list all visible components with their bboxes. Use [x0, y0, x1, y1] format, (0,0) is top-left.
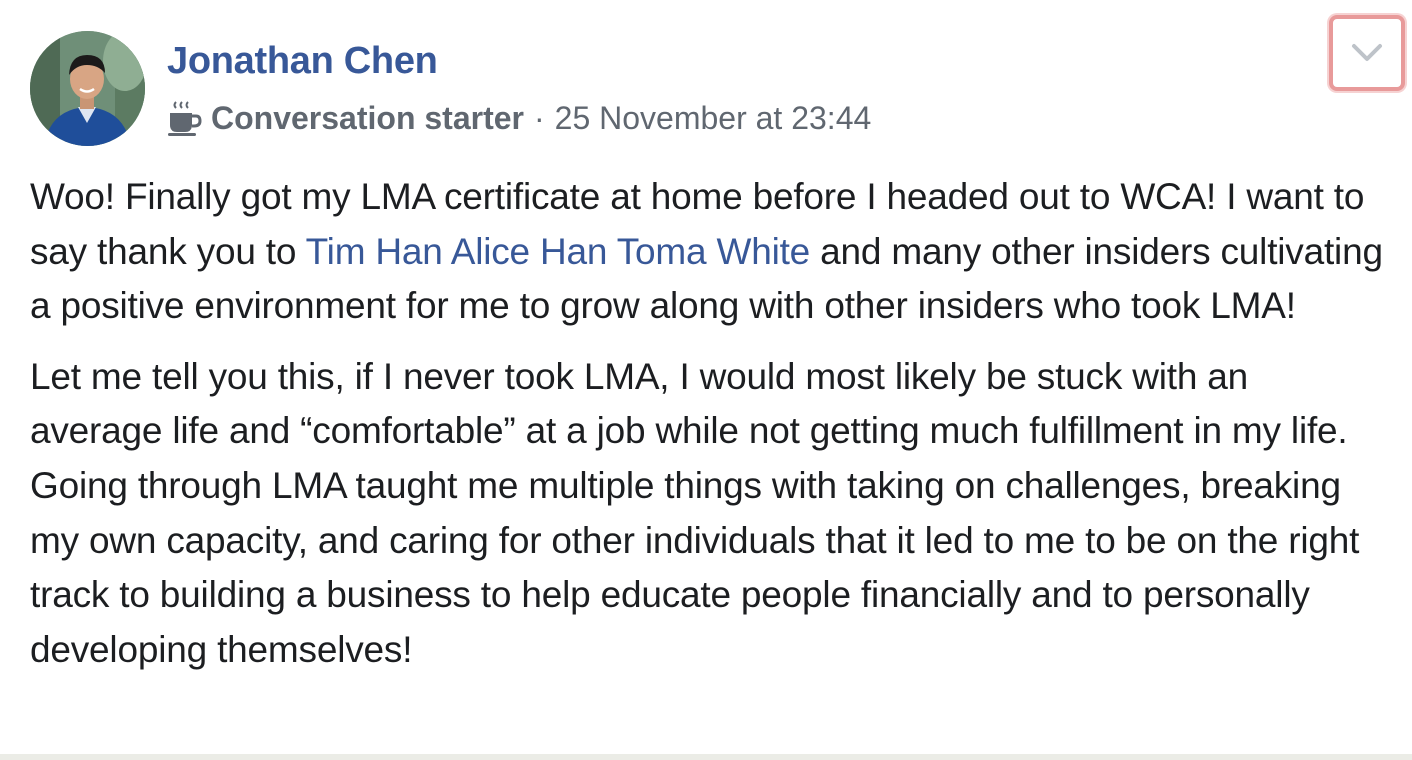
post-options-button[interactable] — [1329, 15, 1405, 91]
coffee-cup-icon — [167, 98, 203, 138]
mention-link[interactable]: Tim Han — [306, 231, 443, 272]
avatar-photo — [30, 31, 145, 146]
post-timestamp[interactable]: 25 November at 23:44 — [555, 100, 872, 137]
mention-link[interactable]: Alice Han — [451, 231, 608, 272]
divider — [0, 754, 1412, 760]
meta-separator: · — [533, 99, 545, 136]
post-body: Woo! Finally got my LMA certificate at h… — [30, 170, 1385, 693]
mention-link[interactable]: Toma White — [617, 231, 811, 272]
badge-label[interactable]: Conversation starter — [211, 100, 524, 137]
author-name-link[interactable]: Jonathan Chen — [167, 40, 438, 83]
post-card: Jonathan Chen Conversation starter · 25 … — [0, 0, 1412, 760]
chevron-down-icon — [1352, 44, 1382, 61]
post-paragraph-2: Let me tell you this, if I never took LM… — [30, 355, 1360, 670]
post-paragraph-1: Woo! Finally got my LMA certificate at h… — [30, 170, 1385, 334]
avatar[interactable] — [30, 31, 145, 146]
post-meta: Conversation starter · 25 November at 23… — [167, 96, 871, 140]
